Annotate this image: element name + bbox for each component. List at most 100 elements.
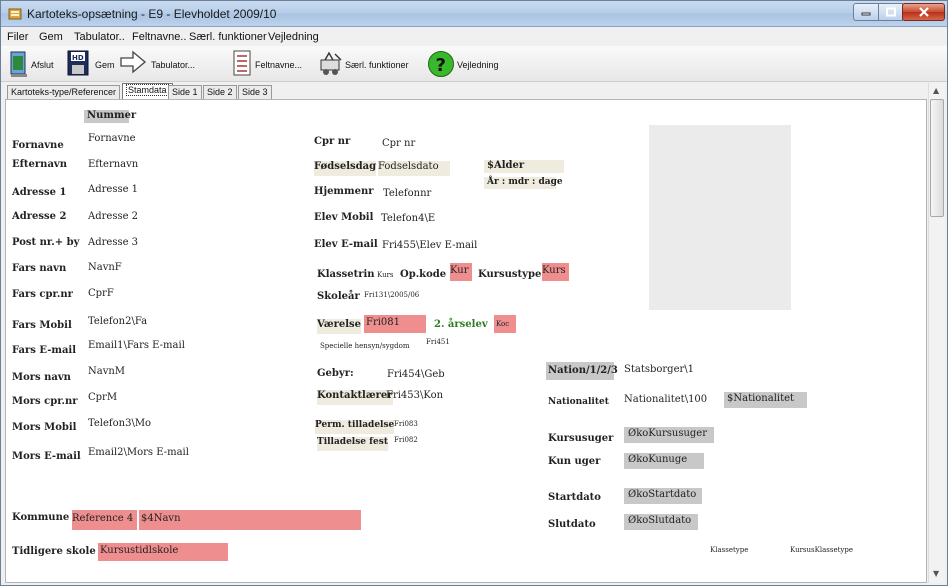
fars-navn-label: Fars navn — [12, 263, 67, 274]
close-icon — [918, 7, 929, 17]
tools-machine-icon — [320, 51, 342, 75]
tab-side-1[interactable]: Side 1 — [168, 85, 202, 99]
kontaktlaerer-label: Kontaktlærer — [317, 390, 393, 405]
svg-text:HD: HD — [72, 54, 84, 62]
menu-saerl-funktioner[interactable]: Særl. funktioner — [189, 31, 267, 43]
menu-bar: Filer Gem Tabulator.. Feltnavne.. Særl. … — [1, 28, 947, 46]
fars-cpr-field[interactable]: CprF — [88, 288, 114, 299]
nationalitet-field[interactable]: Nationalitet\100 — [624, 394, 707, 405]
fodselsdag-field[interactable]: Fodselsdato — [378, 161, 450, 176]
close-button[interactable] — [902, 3, 945, 21]
elev-mobil-field[interactable]: Telefon4\E — [381, 213, 435, 224]
exit-door-icon — [10, 51, 27, 77]
afslut-button[interactable]: Afslut — [9, 49, 59, 79]
nation-label: Nation/1/2/3 — [546, 362, 618, 380]
fars-navn-field[interactable]: NavnF — [88, 262, 122, 273]
scrollbar-thumb[interactable] — [930, 99, 944, 217]
gem-button[interactable]: HD Gem — [67, 49, 115, 79]
tab-label: Kartoteks-type/Referencer — [11, 87, 117, 97]
photo-placeholder[interactable] — [649, 125, 791, 310]
adresse1-field[interactable]: Adresse 1 — [88, 184, 138, 195]
minimize-button[interactable] — [853, 3, 879, 21]
aarselev-label: 2. årselev — [434, 319, 488, 330]
vaerelse-label: Værelse — [317, 319, 362, 334]
tidligere-skole-field[interactable]: Kursustidlskole — [98, 543, 228, 561]
toolbar: Afslut HD Gem Tabulator... Feltnavne... … — [1, 46, 947, 82]
kursusklassetype-field[interactable]: KursusKlassetype — [790, 546, 853, 554]
mors-cpr-field[interactable]: CprM — [88, 392, 117, 403]
perm-tilladelse-field[interactable]: Fri083 — [394, 420, 418, 428]
feltnavne-button[interactable]: Feltnavne... — [233, 49, 311, 79]
postnr-field[interactable]: Adresse 3 — [88, 237, 138, 248]
mors-cpr-label: Mors cpr.nr — [12, 396, 78, 407]
saerl-funktioner-label: Særl. funktioner — [345, 60, 409, 70]
tab-stamdata[interactable]: Stamdata — [122, 83, 173, 99]
klassetype-field[interactable]: Klassetype — [710, 546, 748, 554]
nationalitet-s-field[interactable]: $Nationalitet — [724, 392, 807, 408]
fars-email-field[interactable]: Email1\Fars E-mail — [88, 340, 185, 351]
scroll-down-icon[interactable]: ▼ — [933, 569, 939, 578]
scroll-up-icon[interactable]: ▲ — [933, 86, 939, 95]
klassetrin-label: Klassetrin — [317, 269, 375, 280]
postnr-label: Post nr.+ by — [12, 237, 80, 248]
fornavne-label: Fornavne — [12, 140, 64, 151]
feltnavne-label: Feltnavne... — [255, 60, 303, 70]
nation-field[interactable]: Statsborger\1 — [624, 364, 694, 375]
kommune-navn-field[interactable]: $4Navn — [139, 510, 361, 530]
mors-email-label: Mors E-mail — [12, 451, 81, 462]
gebyr-field[interactable]: Fri454\Geb — [387, 369, 445, 380]
tilladelse-fest-field[interactable]: Fri082 — [394, 436, 418, 444]
tab-label: Side 3 — [242, 87, 268, 97]
kunuger-field[interactable]: ØkoKunuge — [624, 453, 704, 469]
klassetrin-field[interactable]: Kurs — [377, 271, 394, 279]
fars-cpr-label: Fars cpr.nr — [12, 289, 73, 300]
vejledning-button[interactable]: ? Vejledning — [427, 49, 507, 79]
kontaktlaerer-field[interactable]: Fri453\Kon — [386, 390, 443, 401]
tab-side-3[interactable]: Side 3 — [238, 85, 272, 99]
svg-text:?: ? — [436, 55, 446, 76]
maximize-button[interactable] — [878, 3, 903, 21]
aarselev-field[interactable]: Koc — [494, 315, 516, 333]
specielle-label: Specielle hensyn/sygdom — [320, 342, 410, 350]
alder-field[interactable]: $Alder — [484, 160, 564, 173]
tab-side-2[interactable]: Side 2 — [203, 85, 237, 99]
title-bar[interactable]: Kartoteks-opsætning - E9 - Elevholdet 20… — [1, 1, 947, 27]
menu-filer[interactable]: Filer — [7, 31, 28, 43]
menu-gem[interactable]: Gem — [39, 31, 63, 43]
mors-email-field[interactable]: Email2\Mors E-mail — [88, 447, 189, 458]
kursustype-label: Kursustype — [478, 269, 542, 280]
kursustype-field[interactable]: Kurs — [542, 263, 569, 281]
kommune-label: Kommune — [12, 512, 70, 523]
startdato-label: Startdato — [548, 492, 601, 503]
menu-feltnavne[interactable]: Feltnavne.. — [132, 31, 186, 43]
saerl-funktioner-button[interactable]: Særl. funktioner — [319, 49, 415, 79]
gebyr-label: Gebyr: — [317, 368, 354, 379]
tab-label: Stamdata — [126, 84, 169, 96]
aar-mdr-dage-field[interactable]: År : mdr : dage — [484, 177, 563, 189]
app-icon — [8, 8, 22, 20]
fars-mobil-field[interactable]: Telefon2\Fa — [88, 316, 147, 327]
tab-strip: Kartoteks-type/Referencer Stamdata Side … — [1, 83, 947, 99]
mors-mobil-field[interactable]: Telefon3\Mo — [88, 418, 151, 429]
slutdato-field[interactable]: ØkoSlutdato — [624, 514, 698, 530]
startdato-field[interactable]: ØkoStartdato — [624, 488, 702, 504]
efternavn-field[interactable]: Efternavn — [88, 159, 138, 170]
tab-kartoteks-type[interactable]: Kartoteks-type/Referencer — [7, 85, 121, 99]
tabulator-button[interactable]: Tabulator... — [119, 49, 223, 79]
vertical-scrollbar[interactable]: ▲ ▼ — [928, 83, 945, 583]
cpr-field[interactable]: Cpr nr — [382, 138, 415, 149]
fornavne-field[interactable]: Fornavne — [88, 133, 136, 144]
specielle-field[interactable]: Fri451 — [426, 338, 450, 346]
menu-tabulator[interactable]: Tabulator.. — [74, 31, 125, 43]
vaerelse-field[interactable]: Fri081 — [364, 315, 426, 333]
menu-vejledning[interactable]: Vejledning — [268, 31, 319, 43]
kursusuger-field[interactable]: ØkoKursusuger — [624, 427, 714, 443]
elev-email-field[interactable]: Fri455\Elev E-mail — [382, 240, 477, 251]
mors-navn-field[interactable]: NavnM — [88, 366, 125, 377]
skoleaar-field[interactable]: Fri131\2005/06 — [364, 291, 419, 299]
opkode-label: Op.kode — [400, 269, 447, 280]
opkode-field[interactable]: Kur — [450, 263, 472, 281]
kommune-reference-field[interactable]: Reference 4 — [72, 510, 137, 530]
hjemmenr-field[interactable]: Telefonnr — [383, 188, 431, 199]
adresse2-field[interactable]: Adresse 2 — [88, 211, 138, 222]
